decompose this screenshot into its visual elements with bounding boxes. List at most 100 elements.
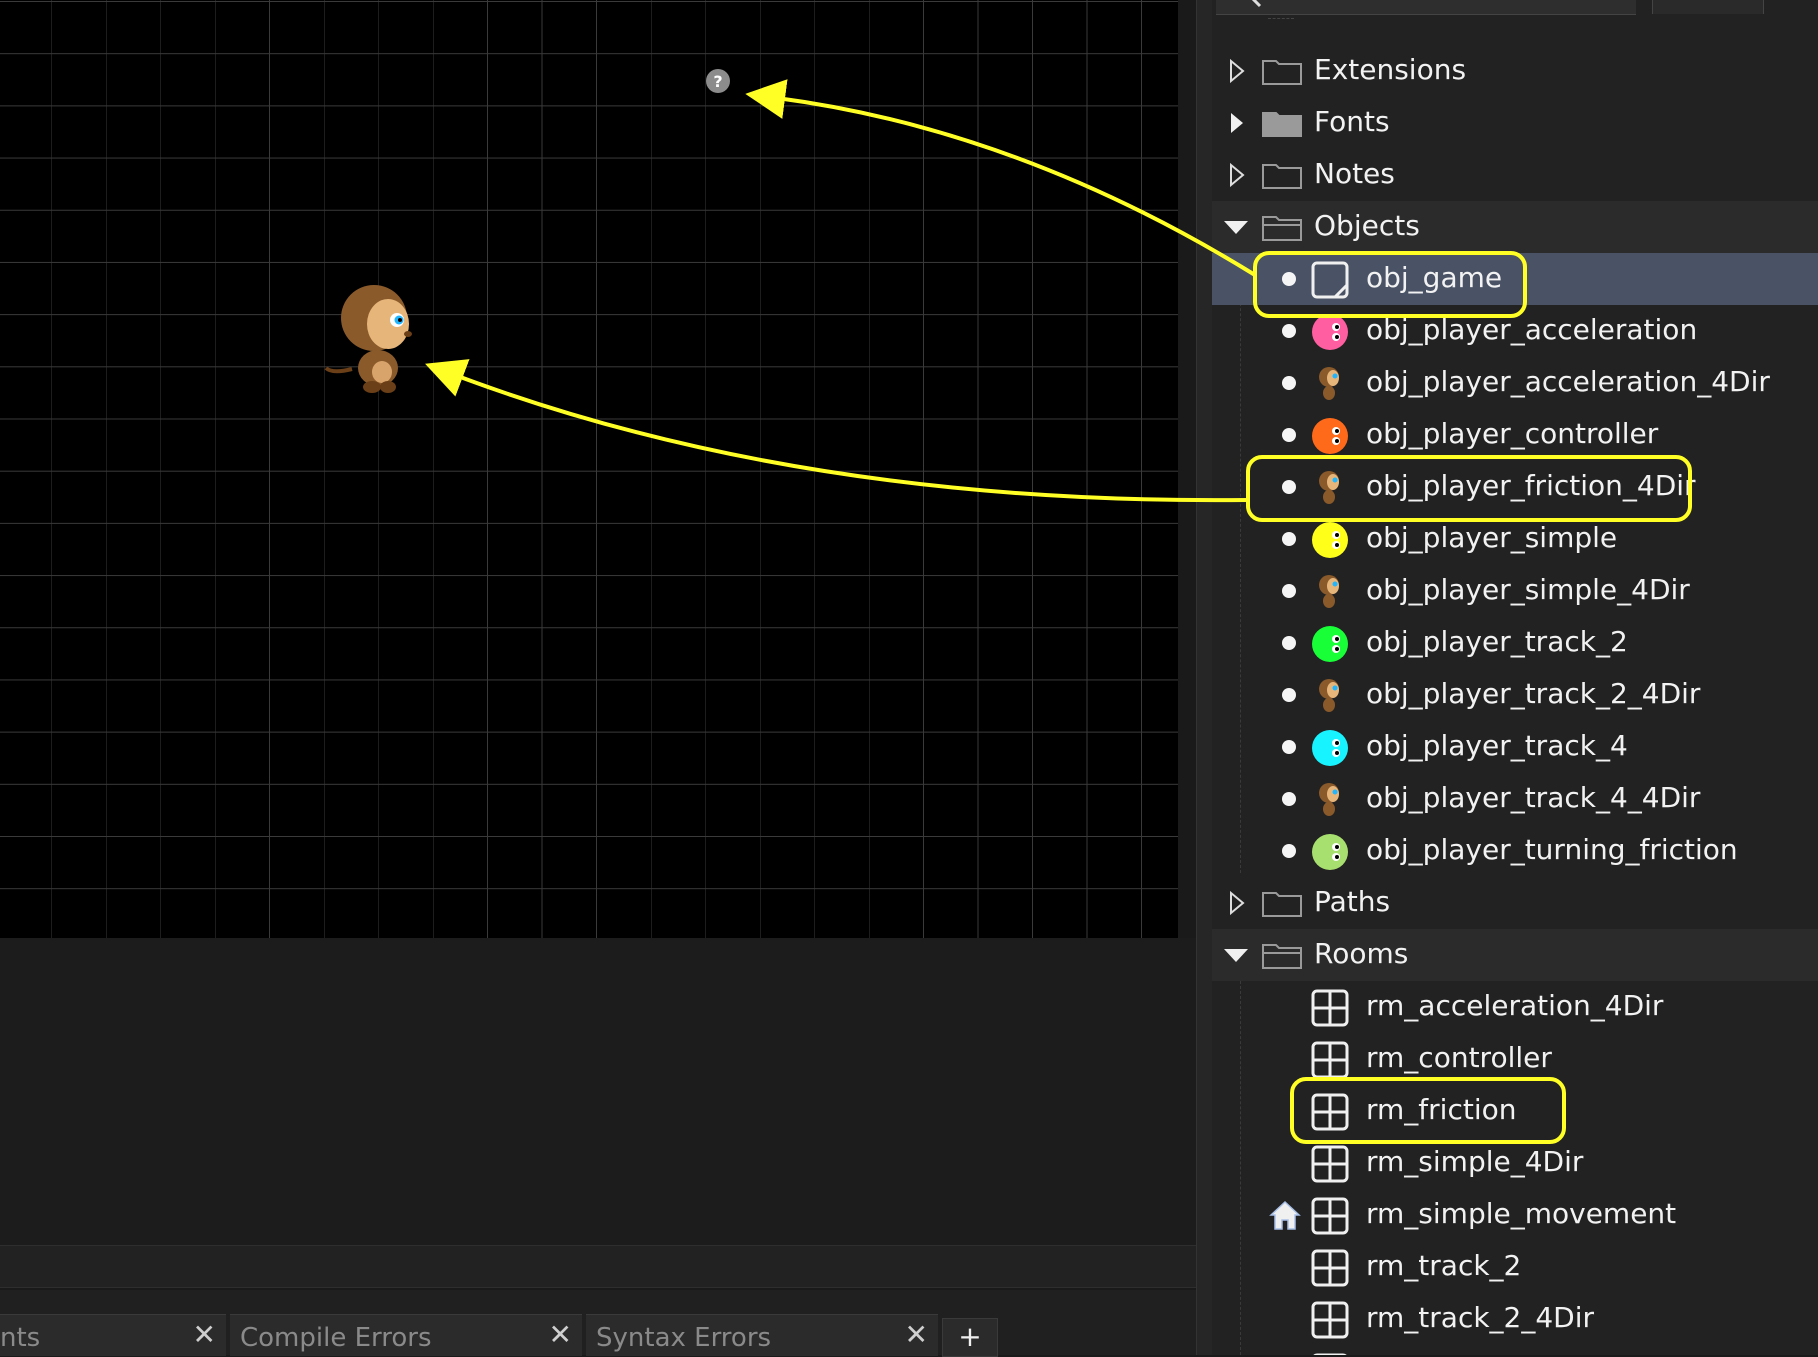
monkey-icon: [1319, 783, 1339, 816]
room-item[interactable]: rm_controller: [1212, 1033, 1818, 1085]
svg-text:?: ?: [713, 72, 722, 91]
object-item[interactable]: obj_game: [1212, 253, 1818, 305]
bullet-icon: [1282, 376, 1296, 390]
object-item[interactable]: obj_player_controller: [1212, 409, 1818, 461]
bullet-icon: [1282, 272, 1296, 286]
folder-label: Objects: [1314, 209, 1420, 242]
room-item[interactable]: [1212, 1345, 1818, 1355]
monkey-icon: [1319, 679, 1339, 712]
room-canvas[interactable]: ?: [0, 0, 1178, 938]
room-grid-icon: [1311, 1093, 1349, 1131]
cyan-player-icon: [1312, 730, 1348, 766]
monkey-icon: [1319, 471, 1339, 504]
object-item[interactable]: obj_player_track_4: [1212, 721, 1818, 773]
collapse-arrow-icon[interactable]: [1222, 946, 1250, 964]
bullet-icon: [1282, 792, 1296, 806]
object-label: obj_player_track_4_4Dir: [1366, 781, 1701, 814]
object-item[interactable]: obj_player_track_2_4Dir: [1212, 669, 1818, 721]
bullet-icon: [1282, 428, 1296, 442]
open-folder-icon: [1262, 216, 1302, 241]
room-item[interactable]: rm_acceleration_4Dir: [1212, 981, 1818, 1033]
bullet-icon: [1282, 636, 1296, 650]
tab-label: Syntax Errors: [596, 1323, 772, 1353]
object-item[interactable]: obj_player_turning_friction: [1212, 825, 1818, 877]
monkey-player-instance[interactable]: [322, 284, 416, 396]
expand-arrow-icon[interactable]: [1228, 58, 1246, 84]
open-folder-icon: [1262, 944, 1302, 969]
object-label: obj_player_turning_friction: [1366, 833, 1738, 866]
object-item[interactable]: obj_player_simple_4Dir: [1212, 565, 1818, 617]
object-label: obj_game: [1366, 261, 1503, 294]
search-icon: [1251, 0, 1262, 8]
folder-rooms[interactable]: Rooms: [1212, 929, 1818, 981]
monkey-icon: [1319, 367, 1339, 400]
bullet-icon: [1282, 740, 1296, 754]
monkey-icon: [1319, 575, 1339, 608]
close-icon[interactable]: ✕: [905, 1321, 928, 1349]
room-grid-icon: [1311, 1041, 1349, 1079]
tree-connector: [1268, 18, 1294, 19]
folder-objects[interactable]: Objects: [1212, 201, 1818, 253]
folder-label: Paths: [1314, 885, 1391, 918]
unknown-sprite-instance-icon[interactable]: ?: [705, 68, 731, 94]
room-item[interactable]: rm_track_2: [1212, 1241, 1818, 1293]
room-item[interactable]: rm_track_2_4Dir: [1212, 1293, 1818, 1345]
room-item[interactable]: rm_simple_movement: [1212, 1189, 1818, 1241]
bullet-icon: [1282, 480, 1296, 494]
room-label: rm_simple_4Dir: [1366, 1145, 1584, 1178]
lime-player-icon: [1312, 834, 1348, 870]
object-label: obj_player_friction_4Dir: [1366, 469, 1696, 502]
close-icon[interactable]: ✕: [193, 1321, 216, 1349]
bullet-icon: [1282, 532, 1296, 546]
object-item[interactable]: obj_player_acceleration: [1212, 305, 1818, 357]
room-grid-icon: [1311, 1197, 1349, 1235]
room-label: rm_track_2_4Dir: [1366, 1301, 1595, 1334]
add-tab-button[interactable]: +: [942, 1318, 998, 1357]
expand-arrow-icon[interactable]: [1228, 162, 1246, 188]
object-item[interactable]: obj_player_friction_4Dir: [1212, 461, 1818, 513]
object-label: obj_player_acceleration_4Dir: [1366, 365, 1770, 398]
room-grid-icon: [1311, 1301, 1349, 1339]
tab-messages[interactable]: nts ✕: [0, 1314, 226, 1356]
close-icon[interactable]: ✕: [549, 1321, 572, 1349]
tab-label: nts: [0, 1323, 41, 1353]
tab-label: Compile Errors: [240, 1323, 432, 1353]
yellow-player-icon: [1312, 522, 1348, 558]
folder-notes[interactable]: Notes: [1212, 149, 1818, 201]
object-item[interactable]: obj_player_acceleration_4Dir: [1212, 357, 1818, 409]
object-item[interactable]: obj_player_track_4_4Dir: [1212, 773, 1818, 825]
expand-arrow-icon[interactable]: [1228, 110, 1246, 136]
status-bar: [0, 1245, 1196, 1288]
object-item[interactable]: obj_player_track_2: [1212, 617, 1818, 669]
folder-label: Extensions: [1314, 53, 1467, 86]
folder-fonts[interactable]: Fonts: [1212, 97, 1818, 149]
room-grid-icon: [1311, 989, 1349, 1027]
collapse-arrow-icon[interactable]: [1222, 218, 1250, 236]
tab-compile-errors[interactable]: Compile Errors ✕: [230, 1314, 582, 1356]
object-label: obj_player_acceleration: [1366, 313, 1698, 346]
resource-tree: Extensions Fonts Notes Objects obj_game …: [1212, 0, 1818, 1355]
tab-syntax-errors[interactable]: Syntax Errors ✕: [586, 1314, 938, 1356]
room-label: rm_friction: [1366, 1093, 1517, 1126]
room-label: rm_simple_movement: [1366, 1197, 1677, 1230]
green-player-icon: [1312, 626, 1348, 662]
bullet-icon: [1282, 844, 1296, 858]
expand-arrow-icon[interactable]: [1228, 890, 1246, 916]
bullet-icon: [1282, 688, 1296, 702]
room-label: rm_controller: [1366, 1041, 1552, 1074]
folder-label: Notes: [1314, 157, 1395, 190]
room-grid-icon: [1311, 1145, 1349, 1183]
folder-extensions[interactable]: Extensions: [1212, 45, 1818, 97]
search-input[interactable]: [1216, 0, 1636, 15]
bullet-icon: [1282, 324, 1296, 338]
room-item[interactable]: rm_simple_4Dir: [1212, 1137, 1818, 1189]
object-item[interactable]: obj_player_simple: [1212, 513, 1818, 565]
object-label: obj_player_simple: [1366, 521, 1618, 554]
canvas-empty-area: [0, 938, 1196, 1245]
filter-box[interactable]: [1652, 0, 1764, 14]
bullet-icon: [1282, 584, 1296, 598]
folder-paths[interactable]: Paths: [1212, 877, 1818, 929]
room-item[interactable]: rm_friction: [1212, 1085, 1818, 1137]
orange-player-icon: [1312, 418, 1348, 454]
folder-icon: [1262, 164, 1302, 189]
